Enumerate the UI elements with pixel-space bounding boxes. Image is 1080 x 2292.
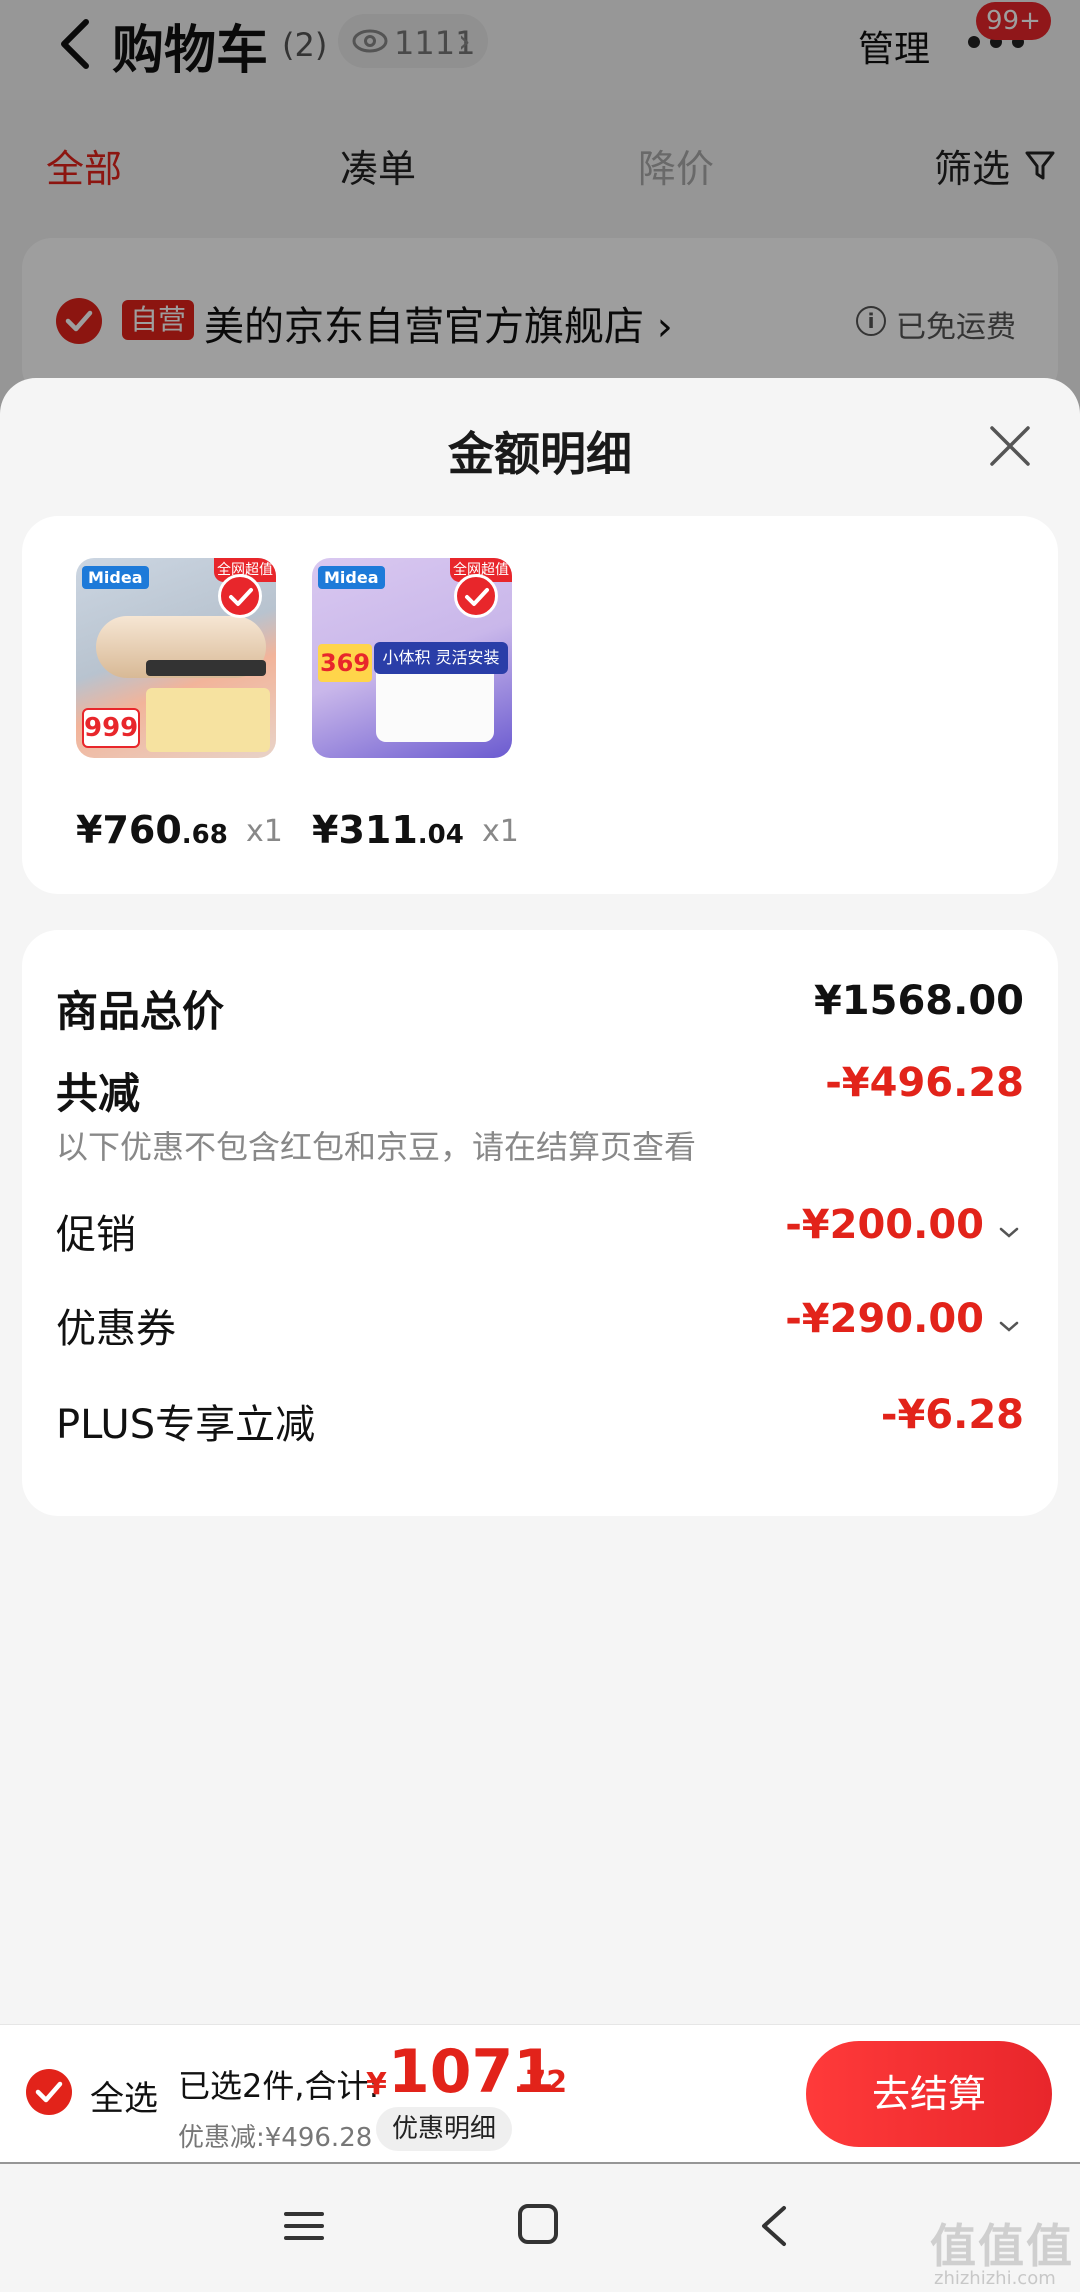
promo-value[interactable]: -¥200.00 — [785, 1202, 984, 1248]
watermark-url: zhizhizhi.com — [934, 2268, 1056, 2289]
check-icon — [465, 588, 489, 606]
total-decimal: .72 — [514, 2065, 568, 2100]
close-icon[interactable] — [986, 422, 1034, 470]
coupon-label[interactable]: 优惠券 — [56, 1296, 176, 1354]
item-checkbox[interactable] — [218, 574, 262, 618]
amount-detail-sheet: 金额明细 Midea 全网超值 999 ¥760.68 x1 Midea 全网超… — [0, 378, 1080, 2028]
product-qty: x1 — [482, 814, 519, 849]
checkout-button[interactable]: 去结算 — [806, 2041, 1052, 2147]
product-price: ¥311.04 — [312, 808, 464, 852]
home-icon[interactable] — [518, 2204, 558, 2244]
coupon-value[interactable]: -¥290.00 — [785, 1296, 984, 1342]
price-int: ¥311 — [312, 808, 418, 852]
product-image: Midea 全网超值 999 — [76, 558, 276, 758]
total-value: ¥1568.00 — [813, 978, 1024, 1024]
sheet-title: 金额明细 — [448, 427, 632, 481]
total-currency: ¥ — [366, 2067, 387, 2102]
cart-page: 购物车 (2) 1111 › 管理 99+ 全部 凑单 降价 筛选 自营 美的京… — [0, 0, 1080, 2292]
promo-price-tag: 369 — [318, 644, 372, 682]
check-icon — [35, 2081, 63, 2103]
brand-logo: Midea — [318, 566, 385, 589]
discount-summary: 优惠减:¥496.28 — [178, 2123, 373, 2153]
price-int: ¥760 — [76, 808, 182, 852]
plus-value: -¥6.28 — [880, 1392, 1024, 1438]
select-all-label[interactable]: 全选 — [90, 2071, 158, 2120]
brand-logo: Midea — [82, 566, 149, 589]
selected-summary: 已选2件,合计: — [178, 2067, 380, 2105]
product-price: ¥760.68 — [76, 808, 228, 852]
system-back-icon[interactable] — [754, 2204, 794, 2248]
recent-apps-icon[interactable] — [284, 2208, 324, 2244]
discount-detail-button[interactable]: 优惠明细 — [376, 2107, 513, 2151]
total-label: 商品总价 — [56, 987, 225, 1036]
discount-label: 共减 — [56, 1069, 141, 1118]
select-all-checkbox[interactable] — [26, 2069, 72, 2115]
product-image: Midea 全网超值 小体积 灵活安装 369 — [312, 558, 512, 758]
promo-label[interactable]: 促销 — [56, 1202, 136, 1260]
checkout-bar: 全选 已选2件,合计: ¥ 1071 .72 优惠减:¥496.28 优惠明细 … — [0, 2024, 1080, 2162]
promo-price-tag: 999 — [82, 708, 140, 748]
discount-value: -¥496.28 — [825, 1060, 1024, 1106]
promo-banner: 小体积 灵活安装 — [374, 642, 508, 674]
summary-card: 商品总价 ¥1568.00 共减 -¥496.28 以下优惠不包含红包和京豆，请… — [22, 930, 1058, 1516]
price-dec: .04 — [417, 820, 464, 850]
watermark: 值值值 — [930, 2219, 1074, 2273]
plus-label: PLUS专享立减 — [56, 1402, 316, 1448]
product-qty: x1 — [246, 814, 283, 849]
price-dec: .68 — [181, 820, 228, 850]
chevron-down-icon[interactable] — [998, 1320, 1020, 1334]
product-item[interactable]: Midea 全网超值 999 ¥760.68 x1 — [76, 558, 283, 852]
items-card: Midea 全网超值 999 ¥760.68 x1 Midea 全网超值 小体积… — [22, 516, 1058, 894]
chevron-down-icon[interactable] — [998, 1226, 1020, 1240]
system-nav-bar: 值值值 zhizhizhi.com — [0, 2164, 1080, 2292]
item-checkbox[interactable] — [454, 574, 498, 618]
product-item[interactable]: Midea 全网超值 小体积 灵活安装 369 ¥311.04 x1 — [312, 558, 519, 852]
discount-note: 以下优惠不包含红包和京豆，请在结算页查看 — [56, 1128, 697, 1166]
check-icon — [229, 588, 253, 606]
